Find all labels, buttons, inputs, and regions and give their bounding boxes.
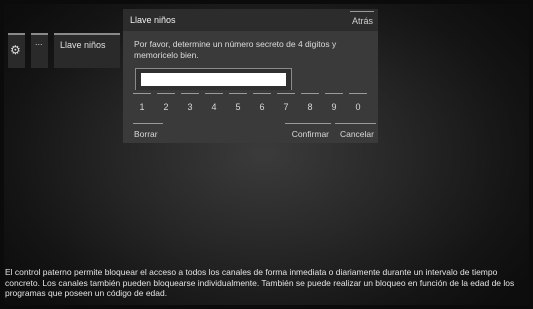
pin-input[interactable]	[141, 73, 286, 86]
tv-screen: ⚙ ... Llave niños Llave niños Atrás Por …	[4, 4, 529, 305]
dialog-title: Llave niños	[130, 15, 176, 25]
settings-button[interactable]: ⚙	[8, 33, 25, 68]
menu-item-label: Llave niños	[60, 40, 106, 50]
key-8[interactable]: 8	[301, 93, 319, 114]
key-6[interactable]: 6	[253, 93, 271, 114]
key-2[interactable]: 2	[157, 93, 175, 114]
clear-label: Borrar	[134, 129, 158, 139]
more-menu-button[interactable]: ...	[31, 33, 48, 68]
cancel-label: Cancelar	[339, 129, 374, 139]
back-button[interactable]: Atrás	[350, 11, 374, 30]
confirm-label: Confirmar	[291, 129, 329, 139]
menu-item-child-lock[interactable]: Llave niños	[54, 33, 120, 68]
keypad: 1 2 3 4 5 6 7 8 9 0	[133, 93, 373, 115]
key-3[interactable]: 3	[181, 93, 199, 114]
key-4[interactable]: 4	[205, 93, 223, 114]
child-lock-dialog: Llave niños Atrás Por favor, determine u…	[123, 9, 378, 143]
back-label: Atrás	[351, 16, 373, 26]
more-label: ...	[35, 37, 43, 47]
instruction-text: Por favor, determine un número secreto d…	[134, 39, 337, 60]
key-1[interactable]: 1	[133, 93, 151, 114]
cancel-button[interactable]: Cancelar	[335, 123, 376, 140]
key-7[interactable]: 7	[277, 93, 295, 114]
key-0[interactable]: 0	[349, 93, 367, 114]
gear-icon: ⚙	[10, 43, 21, 57]
key-9[interactable]: 9	[325, 93, 343, 114]
dialog-header: Llave niños Atrás	[123, 9, 378, 31]
help-text: El control paterno permite bloquear el a…	[5, 267, 515, 298]
confirm-button[interactable]: Confirmar	[285, 123, 331, 140]
clear-button[interactable]: Borrar	[133, 123, 163, 140]
key-5[interactable]: 5	[229, 93, 247, 114]
